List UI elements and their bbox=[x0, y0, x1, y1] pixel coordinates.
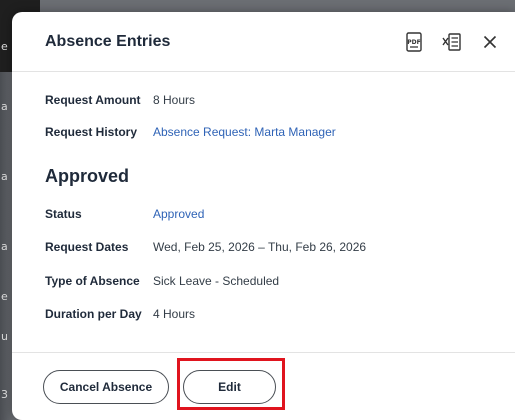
duration-per-day-label: Duration per Day bbox=[45, 307, 142, 321]
duration-per-day-value: 4 Hours bbox=[153, 307, 196, 321]
excel-export-icon[interactable] bbox=[442, 31, 462, 53]
background-text: e bbox=[1, 40, 8, 53]
request-history-label: Request History bbox=[45, 125, 138, 139]
background-text: a bbox=[1, 240, 8, 253]
dialog-title: Absence Entries bbox=[45, 33, 171, 50]
type-of-absence-label: Type of Absence bbox=[45, 274, 140, 288]
edit-button-highlight bbox=[177, 358, 285, 410]
close-icon[interactable] bbox=[480, 31, 500, 53]
background-text: 3 bbox=[1, 388, 8, 401]
dialog-header: Absence Entries PDF bbox=[12, 12, 515, 72]
request-history-link[interactable]: Absence Request: Marta Manager bbox=[153, 124, 336, 140]
type-of-absence-value: Sick Leave - Scheduled bbox=[153, 274, 280, 288]
approved-section-title: Approved bbox=[45, 166, 130, 186]
request-dates-value: Wed, Feb 25, 2026 – Thu, Feb 26, 2026 bbox=[153, 240, 367, 254]
cancel-absence-button[interactable]: Cancel Absence bbox=[43, 370, 169, 404]
background-text: e bbox=[1, 290, 8, 303]
pdf-export-icon[interactable]: PDF bbox=[404, 31, 424, 53]
request-dates-label: Request Dates bbox=[45, 240, 129, 254]
status-value-link[interactable]: Approved bbox=[153, 206, 204, 222]
request-amount-label: Request Amount bbox=[45, 93, 141, 107]
background-text: a bbox=[1, 170, 8, 183]
pdf-icon-text: PDF bbox=[407, 39, 420, 46]
status-label: Status bbox=[45, 207, 82, 221]
request-amount-value: 8 Hours bbox=[153, 93, 196, 107]
background-text: u bbox=[1, 330, 8, 343]
background-text: a bbox=[1, 100, 8, 113]
